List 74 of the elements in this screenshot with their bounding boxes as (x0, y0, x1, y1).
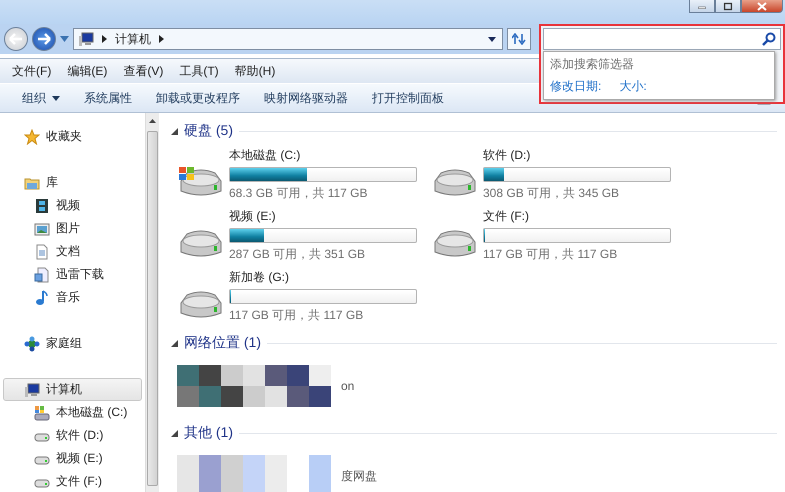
scroll-up-icon[interactable] (149, 119, 156, 123)
free-space-text: 117 GB 可用，共 117 GB (229, 307, 364, 324)
network-icon (24, 336, 40, 352)
free-space-text: 287 GB 可用，共 351 GB (229, 246, 366, 263)
scrollbar[interactable] (145, 113, 159, 492)
forward-button[interactable] (32, 27, 56, 51)
collapse-icon[interactable] (171, 128, 178, 134)
free-space-text: 308 GB 可用，共 345 GB (483, 185, 620, 202)
dropdown-title: 添加搜索筛选器 (550, 56, 635, 73)
sidebar-item[interactable]: 视频 (3, 194, 142, 217)
close-icon (755, 2, 769, 10)
section-title: 硬盘 (5) (184, 122, 233, 140)
drive-name[interactable]: 本地磁盘 (C:) (229, 147, 417, 164)
filter-link[interactable]: 大小: (619, 78, 647, 95)
menu-item[interactable]: 文件(F) (4, 60, 60, 82)
sidebar-item[interactable]: 文件 (F:) (3, 470, 142, 492)
back-button[interactable] (4, 27, 28, 51)
sidebar-item[interactable]: 库 (3, 171, 142, 194)
chevron-icon[interactable] (159, 35, 164, 43)
toolbar-button[interactable]: 映射网络驱动器 (254, 86, 358, 110)
sidebar-item[interactable]: 文档 (3, 240, 142, 263)
drive-name[interactable]: 新加卷 (G:) (229, 269, 417, 286)
drive-name[interactable]: 视频 (E:) (229, 208, 417, 225)
menu-item[interactable]: 帮助(H) (226, 60, 284, 82)
obscured-label: 度网盘 (341, 468, 377, 484)
organize-menu[interactable]: 组织 (12, 86, 70, 110)
picture-icon (34, 220, 50, 236)
toolbar-button[interactable]: 打开控制面板 (362, 86, 454, 110)
document-icon (34, 244, 50, 260)
filter-link[interactable]: 修改日期: (550, 78, 602, 95)
collapse-icon[interactable] (171, 340, 178, 346)
maximize-button[interactable] (715, 0, 741, 13)
sidebar-item[interactable]: 计算机 (3, 378, 142, 401)
refresh-button[interactable] (507, 28, 531, 50)
document-icon (34, 266, 50, 282)
sidebar-item[interactable]: 收藏夹 (3, 125, 142, 148)
free-space-text: 68.3 GB 可用，共 117 GB (229, 185, 368, 202)
chevron-icon[interactable] (102, 35, 107, 43)
computer-icon (78, 31, 94, 47)
computer-icon (24, 382, 40, 398)
address-field[interactable]: 计算机 (73, 28, 503, 50)
search-icon[interactable] (762, 32, 776, 46)
free-space-text: 117 GB 可用，共 117 GB (483, 246, 618, 263)
refresh-icon (512, 33, 526, 45)
star-icon (24, 128, 40, 144)
sidebar-item[interactable]: 视频 (E:) (3, 447, 142, 470)
search-field[interactable] (543, 28, 781, 50)
back-arrow-icon (9, 33, 23, 45)
caret-icon[interactable] (488, 36, 496, 42)
drive-icon (34, 404, 50, 420)
toolbar-button[interactable]: 系统属性 (74, 86, 142, 110)
drive-name[interactable]: 文件 (F:) (483, 208, 671, 225)
toolbar-button[interactable]: 卸载或更改程序 (146, 86, 250, 110)
caret-icon (52, 96, 60, 100)
menu-item[interactable]: 查看(V) (115, 60, 172, 82)
sidebar-item[interactable]: 软件 (D:) (3, 424, 142, 447)
sidebar-item[interactable]: 家庭组 (3, 332, 142, 355)
minimize-button[interactable] (689, 0, 715, 13)
close-button[interactable] (741, 0, 783, 13)
obscured-label: on (341, 379, 354, 393)
film-icon (34, 198, 50, 214)
sidebar-item[interactable]: 迅雷下载 (3, 263, 142, 286)
sidebar-item[interactable]: 图片 (3, 217, 142, 240)
sidebar-item[interactable]: 音乐 (3, 286, 142, 309)
menu-item[interactable]: 编辑(E) (59, 60, 116, 82)
menu-item[interactable]: 工具(T) (171, 60, 227, 82)
section-title: 其他 (1) (184, 424, 233, 442)
drive-name[interactable]: 软件 (D:) (483, 147, 671, 164)
maximize-icon (722, 2, 734, 10)
forward-arrow-icon (37, 33, 51, 45)
collapse-icon[interactable] (171, 430, 178, 436)
music-note-icon (34, 290, 50, 306)
section-title: 网络位置 (1) (184, 334, 261, 352)
sidebar-item[interactable]: 本地磁盘 (C:) (3, 401, 142, 424)
